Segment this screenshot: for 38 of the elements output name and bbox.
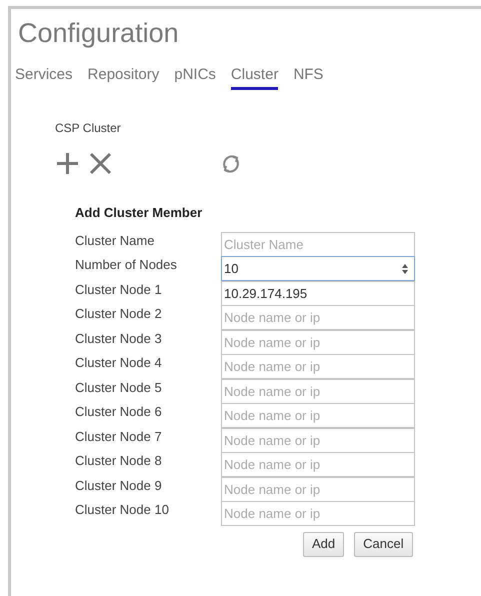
tab[interactable]: pNICs bbox=[174, 66, 216, 90]
field-label: Cluster Node 4 bbox=[75, 354, 163, 371]
field-label: Cluster Node 1 bbox=[75, 280, 163, 298]
number-field[interactable]: 10 bbox=[221, 256, 395, 281]
field-label: Cluster Node 3 bbox=[75, 330, 163, 346]
spinner-icon[interactable] bbox=[400, 262, 408, 274]
input-field[interactable]: Node name or ip bbox=[221, 354, 415, 379]
input-field[interactable]: Node name or ip bbox=[221, 403, 415, 428]
tab[interactable]: NFS bbox=[293, 66, 324, 90]
input-field[interactable]: Node name or ip bbox=[221, 330, 415, 354]
form-title: Add Cluster Member bbox=[75, 204, 202, 222]
field-label: Cluster Node 8 bbox=[75, 452, 163, 469]
input-field[interactable]: 10.29.174.195 bbox=[221, 280, 415, 306]
add-icon[interactable] bbox=[55, 151, 80, 176]
refresh-icon[interactable] bbox=[220, 152, 242, 174]
input-field[interactable]: Node name or ip bbox=[221, 305, 415, 330]
field-label: Cluster Name bbox=[75, 232, 156, 248]
field-label: Cluster Node 5 bbox=[75, 378, 163, 396]
input-field[interactable]: Cluster Name bbox=[221, 232, 415, 256]
field-label: Cluster Node 2 bbox=[75, 305, 163, 322]
input-field[interactable]: Node name or ip bbox=[221, 501, 415, 526]
field-label: Cluster Node 10 bbox=[75, 501, 170, 518]
field-label: Number of Nodes bbox=[75, 256, 178, 273]
page-title: Configuration bbox=[18, 17, 179, 49]
close-icon[interactable] bbox=[88, 151, 113, 176]
input-field[interactable]: Node name or ip bbox=[221, 452, 415, 477]
input-field[interactable]: Node name or ip bbox=[221, 378, 415, 404]
tab[interactable]: Cluster bbox=[230, 66, 278, 90]
section-title: CSP Cluster bbox=[55, 120, 121, 137]
tab[interactable]: Repository bbox=[88, 66, 160, 90]
form-button[interactable]: Cancel bbox=[354, 532, 413, 556]
field-label: Cluster Node 6 bbox=[75, 403, 163, 420]
input-field[interactable]: Node name or ip bbox=[221, 428, 415, 452]
tab[interactable]: Services bbox=[15, 66, 73, 90]
form-button[interactable]: Add bbox=[303, 532, 344, 556]
input-field[interactable]: Node name or ip bbox=[221, 476, 415, 502]
field-label: Cluster Node 9 bbox=[75, 476, 163, 494]
field-label: Cluster Node 7 bbox=[75, 428, 163, 444]
